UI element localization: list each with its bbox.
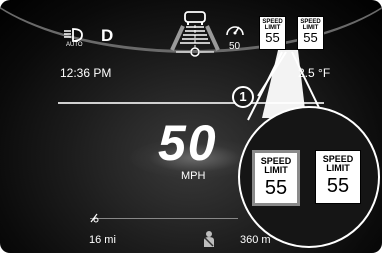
- callout-number-badge: 1: [232, 86, 254, 108]
- speed-limit-sign-large-2: SPEED LIMIT 55: [315, 150, 361, 204]
- instrument-cluster-display: AUTO D 50 SPEED LIMIT 55 SPEED LIMIT 55 …: [0, 0, 382, 253]
- speed-limit-sign-large-1: SPEED LIMIT 55: [252, 150, 300, 206]
- callout-number: 1: [239, 89, 247, 104]
